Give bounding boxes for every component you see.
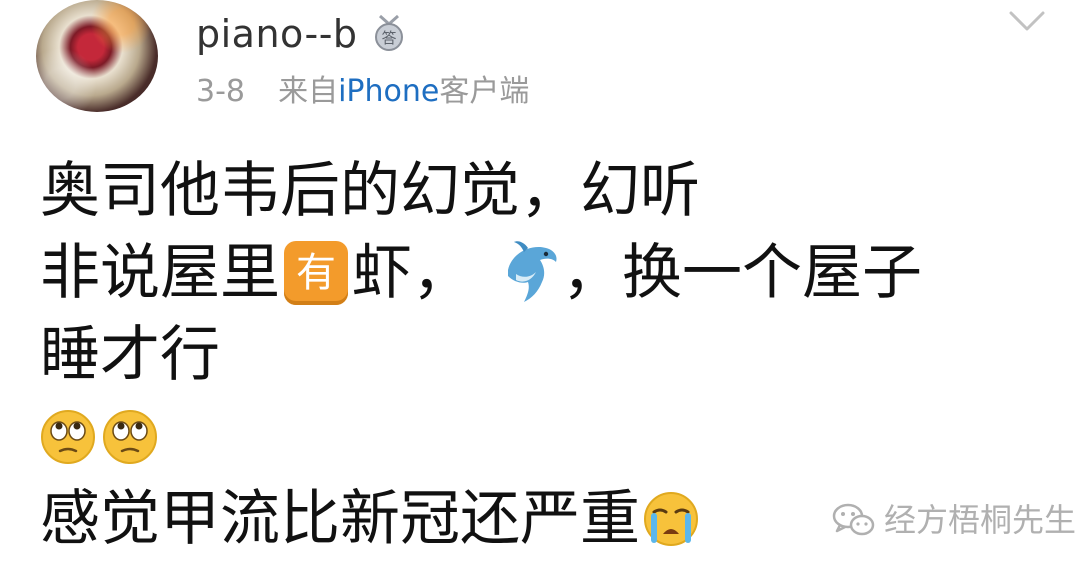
dolphin-emoji — [508, 241, 557, 302]
content-text-2a: 非说屋里 — [40, 238, 280, 308]
medal-label: 答 — [381, 29, 396, 47]
rolling-eyes-emoji — [103, 410, 157, 464]
avatar[interactable] — [36, 0, 158, 112]
post-content: 奥司他韦后的幻觉，幻听 非说屋里 有 虾， ，换一个屋子 睡才行 感觉甲流比新冠… — [40, 150, 922, 560]
content-text-2b: 虾， — [352, 238, 472, 308]
content-line-4 — [40, 396, 922, 478]
you-badge-emoji: 有 — [284, 241, 348, 305]
content-line-2: 非说屋里 有 虾， ，换一个屋子 — [40, 232, 922, 314]
content-text-3: 睡才行 — [40, 320, 220, 390]
content-line-1: 奥司他韦后的幻觉，幻听 — [40, 150, 922, 232]
content-text-5: 感觉甲流比新冠还严重 — [40, 484, 640, 554]
source-suffix: 客户端 — [439, 74, 530, 109]
username[interactable]: piano--b — [196, 12, 358, 56]
avatar-image — [36, 0, 158, 112]
content-line-3: 睡才行 — [40, 314, 922, 396]
source-device-link[interactable]: iPhone — [338, 74, 439, 109]
content-text-1: 奥司他韦后的幻觉，幻听 — [40, 156, 700, 226]
post-date: 3-8 — [196, 74, 245, 109]
medal-icon: 答 — [375, 14, 403, 51]
crying-face-emoji — [644, 492, 698, 546]
watermark: 经方梧桐先生 — [832, 500, 1076, 540]
source-prefix: 来自 — [278, 74, 339, 109]
wechat-icon — [832, 503, 875, 536]
content-line-5: 感觉甲流比新冠还严重 — [40, 478, 922, 560]
chevron-down-icon[interactable] — [1007, 8, 1047, 34]
post-meta: 3-8 来自iPhone客户端 — [196, 74, 529, 110]
rolling-eyes-emoji — [41, 410, 95, 464]
watermark-text: 经方梧桐先生 — [884, 501, 1077, 539]
content-text-2c: ，换一个屋子 — [562, 238, 922, 308]
